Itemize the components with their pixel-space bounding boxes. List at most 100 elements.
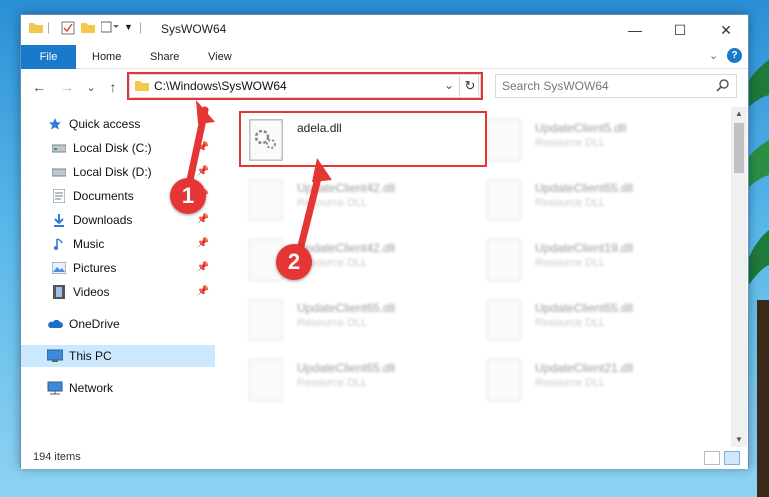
file-name: UpdateClient5.dll — [535, 121, 627, 135]
dll-file-icon — [249, 359, 283, 401]
quick-access-dropdown-icon[interactable]: ▼ — [124, 22, 133, 32]
sidebar-item-label: Local Disk (D:) — [73, 165, 152, 179]
onedrive-icon — [47, 316, 63, 332]
dll-file-icon — [249, 179, 283, 221]
sidebar-item-label: Local Disk (C:) — [73, 141, 152, 155]
file-type: Resource DLL — [535, 317, 606, 329]
tab-share[interactable]: Share — [150, 45, 179, 69]
navigation-pane: Quick access Local Disk (C:) 📌 Local Dis… — [21, 107, 215, 447]
status-bar: 194 items — [21, 447, 748, 469]
downloads-icon — [51, 212, 67, 228]
forward-button[interactable]: → — [57, 77, 77, 97]
toolbar-separator: | — [47, 20, 51, 34]
step-2-badge: 2 — [276, 244, 312, 280]
file-type: Resource DLL — [535, 137, 606, 149]
dll-file-icon — [487, 179, 521, 221]
scroll-up-icon[interactable]: ▲ — [731, 107, 747, 121]
pin-icon: 📌 — [196, 166, 209, 177]
star-icon — [47, 116, 63, 132]
file-name: UpdateClient65.dll — [297, 301, 396, 315]
tab-home[interactable]: Home — [92, 45, 121, 69]
file-item[interactable]: UpdateClient19.dll Resource DLL — [479, 235, 709, 287]
new-folder-icon[interactable] — [81, 21, 95, 33]
up-button[interactable]: ↑ — [103, 77, 123, 97]
dll-file-icon — [487, 359, 521, 401]
file-item[interactable]: UpdateClient65.dll Resource DLL — [479, 295, 709, 347]
file-item[interactable]: UpdateClient65.dll Resource DLL — [241, 295, 471, 347]
pin-icon: 📌 — [196, 238, 209, 249]
file-highlight-box — [239, 111, 487, 167]
expand-ribbon-icon[interactable]: ⌄ — [709, 49, 718, 62]
drive-icon — [51, 164, 67, 180]
sidebar-item-label: Network — [69, 381, 114, 395]
scrollbar-thumb[interactable] — [734, 123, 744, 173]
pictures-icon — [51, 260, 67, 276]
maximize-button[interactable]: ☐ — [657, 15, 703, 45]
sidebar-item-label: Music — [73, 237, 105, 251]
minimize-button[interactable]: — — [612, 15, 658, 45]
pin-icon: 📌 — [196, 262, 209, 273]
sidebar-item-label: Videos — [73, 285, 110, 299]
explorer-window: | ▼ | SysWOW64 — ☐ ✕ File Home Share Vie… — [20, 14, 749, 469]
title-bar: | ▼ | SysWOW64 — ☐ ✕ — [21, 15, 748, 45]
file-type: Resource DLL — [297, 317, 368, 329]
large-icons-view-icon[interactable] — [724, 451, 740, 465]
tab-file[interactable]: File — [21, 45, 76, 69]
title-separator: | — [139, 20, 143, 34]
file-item[interactable]: UpdateClient65.dll Resource DLL — [241, 355, 471, 407]
back-button[interactable]: ← — [29, 77, 49, 97]
dll-file-icon — [487, 299, 521, 341]
close-button[interactable]: ✕ — [703, 15, 749, 45]
sidebar-item-pictures[interactable]: Pictures 📌 — [21, 257, 215, 279]
search-placeholder: Search SysWOW64 — [502, 79, 609, 93]
sidebar-item-label: Pictures — [73, 261, 117, 275]
navigation-bar: ← → ⌄ ↑ C:\Windows\SysWOW64 ⌄ ↻ Search S… — [21, 70, 748, 104]
file-item[interactable]: UpdateClient5.dll Resource DLL — [479, 115, 709, 167]
sidebar-item-label: Documents — [73, 189, 134, 203]
file-name: UpdateClient42.dll — [297, 181, 396, 195]
file-list: adela.dll UpdateClient5.dll Resource DLL… — [231, 107, 733, 447]
sidebar-item-music[interactable]: Music 📌 — [21, 233, 215, 255]
search-icon — [716, 78, 730, 95]
tab-view[interactable]: View — [208, 45, 232, 69]
customize-toolbar-icon[interactable] — [101, 21, 119, 33]
file-type: Resource DLL — [297, 377, 368, 389]
videos-icon — [51, 284, 67, 300]
details-view-icon[interactable] — [704, 451, 720, 465]
sidebar-item-onedrive[interactable]: OneDrive — [21, 313, 215, 335]
drive-icon — [51, 140, 67, 156]
file-type: Resource DLL — [535, 257, 606, 269]
music-icon — [51, 236, 67, 252]
sidebar-item-label: Quick access — [69, 117, 141, 131]
sidebar-item-this-pc[interactable]: This PC — [21, 345, 215, 367]
recent-locations-button[interactable]: ⌄ — [81, 77, 101, 97]
file-name: UpdateClient21.dll — [535, 361, 634, 375]
sidebar-item-videos[interactable]: Videos 📌 — [21, 281, 215, 303]
step-1-badge: 1 — [170, 178, 206, 214]
pin-icon: 📌 — [196, 286, 209, 297]
file-name: UpdateClient65.dll — [297, 361, 396, 375]
sidebar-item-quick-access[interactable]: Quick access — [21, 113, 215, 135]
dll-file-icon — [249, 299, 283, 341]
sidebar-item-label: OneDrive — [69, 317, 120, 331]
file-item[interactable]: UpdateClient65.dll Resource DLL — [479, 175, 709, 227]
file-type: Resource DLL — [535, 377, 606, 389]
window-title: SysWOW64 — [161, 22, 227, 36]
computer-icon — [47, 348, 63, 364]
file-name: UpdateClient65.dll — [535, 301, 634, 315]
help-icon[interactable]: ? — [727, 48, 742, 63]
folder-icon — [29, 21, 43, 33]
sidebar-item-network[interactable]: Network — [21, 377, 215, 399]
item-count: 194 items — [33, 451, 81, 463]
properties-icon[interactable] — [61, 21, 75, 35]
vertical-scrollbar[interactable]: ▲ ▼ — [731, 107, 747, 447]
sidebar-item-local-disk-c[interactable]: Local Disk (C:) 📌 — [21, 137, 215, 159]
scroll-down-icon[interactable]: ▼ — [731, 433, 747, 447]
dll-file-icon — [487, 239, 521, 281]
search-box[interactable]: Search SysWOW64 — [495, 74, 737, 98]
sidebar-item-label: Downloads — [73, 213, 133, 227]
file-item[interactable]: UpdateClient21.dll Resource DLL — [479, 355, 709, 407]
dll-file-icon — [487, 119, 521, 161]
file-item[interactable]: UpdateClient42.dll Resource DLL — [241, 175, 471, 227]
documents-icon — [51, 188, 67, 204]
